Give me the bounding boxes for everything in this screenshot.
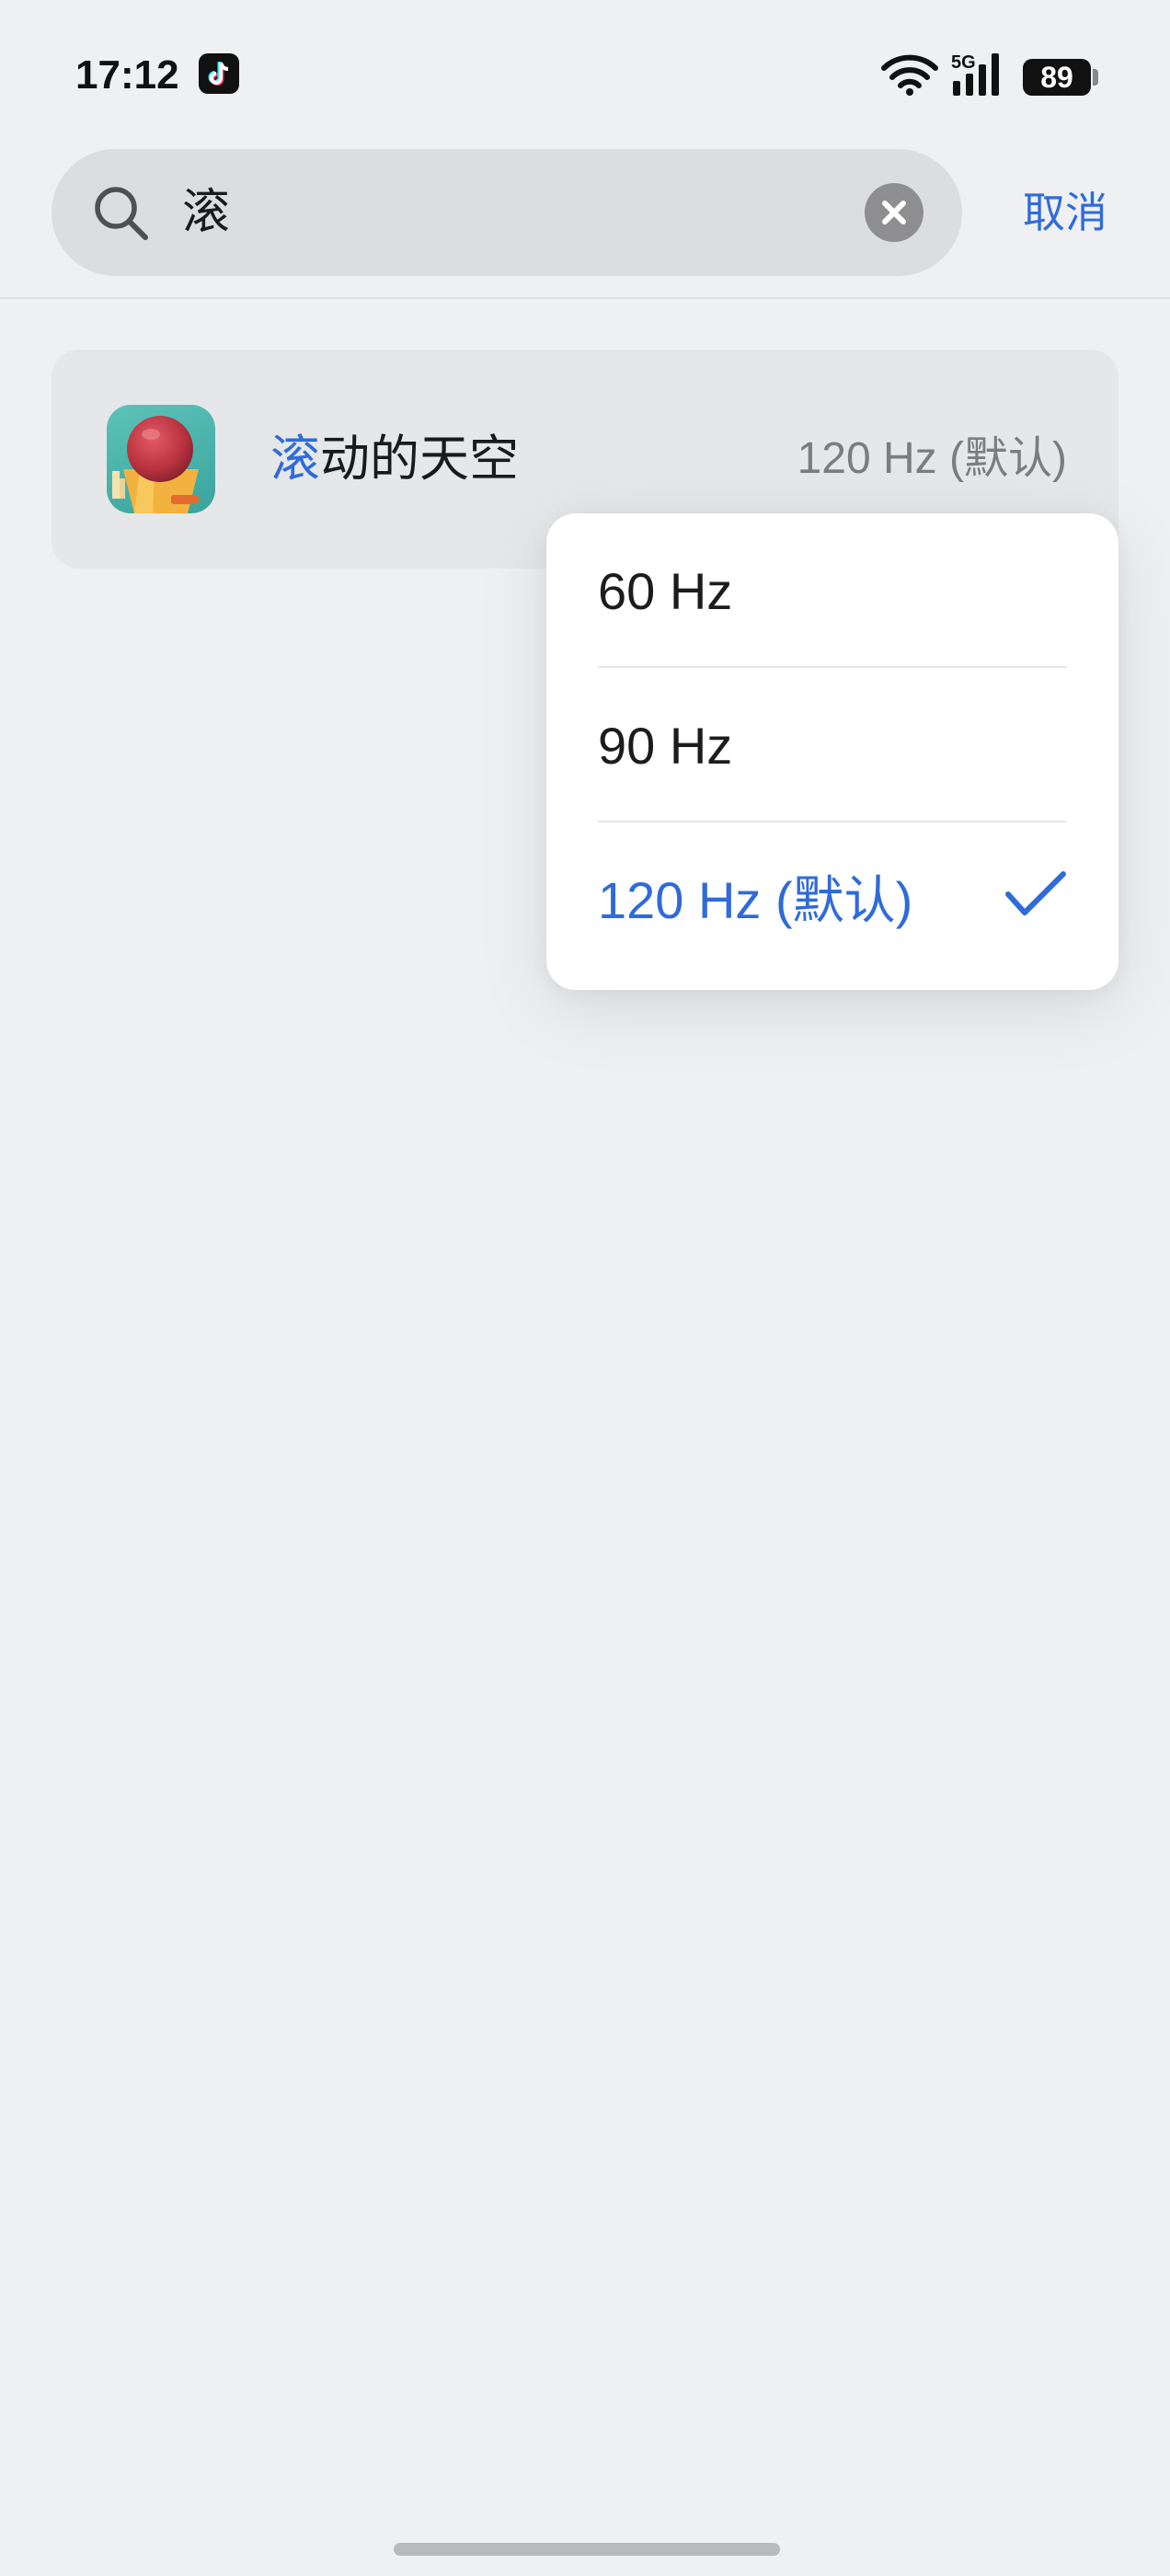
option-label: 60 Hz <box>598 562 733 620</box>
header-divider <box>0 297 1170 299</box>
wifi-icon <box>881 54 938 96</box>
battery-level: 89 <box>1023 59 1091 96</box>
cancel-button[interactable]: 取消 <box>1023 180 1107 245</box>
app-name: 滚动的天空 <box>270 425 519 493</box>
app-refresh-rate-value[interactable]: 120 Hz (默认) <box>797 429 1067 489</box>
option-90hz[interactable]: 90 Hz <box>546 668 1118 822</box>
app-icon-sky-game <box>107 405 215 513</box>
tiktok-icon <box>199 53 239 94</box>
search-icon <box>95 187 148 240</box>
option-label: 120 Hz (默认) <box>598 871 913 929</box>
app-name-match: 滚 <box>270 431 320 487</box>
network-label: 5G <box>951 52 976 73</box>
refresh-rate-dropdown: 60 Hz 90 Hz 120 Hz (默认) <box>546 513 1118 990</box>
close-icon <box>882 201 906 224</box>
home-indicator[interactable] <box>394 2543 780 2556</box>
status-bar: 17:12 5G 89 <box>0 0 1170 147</box>
battery-tip <box>1093 69 1098 86</box>
app-name-rest: 动的天空 <box>320 431 519 487</box>
cellular-signal-icon: 5G <box>949 50 1008 102</box>
option-60hz[interactable]: 60 Hz <box>546 513 1118 668</box>
search-bar[interactable]: 滚 <box>52 149 962 276</box>
status-time: 17:12 <box>75 52 179 98</box>
search-input[interactable]: 滚 <box>182 180 230 245</box>
option-label: 90 Hz <box>598 717 733 775</box>
checkmark-icon <box>1005 871 1066 915</box>
option-120hz-default[interactable]: 120 Hz (默认) <box>546 822 1118 977</box>
clear-search-button[interactable] <box>865 183 923 242</box>
